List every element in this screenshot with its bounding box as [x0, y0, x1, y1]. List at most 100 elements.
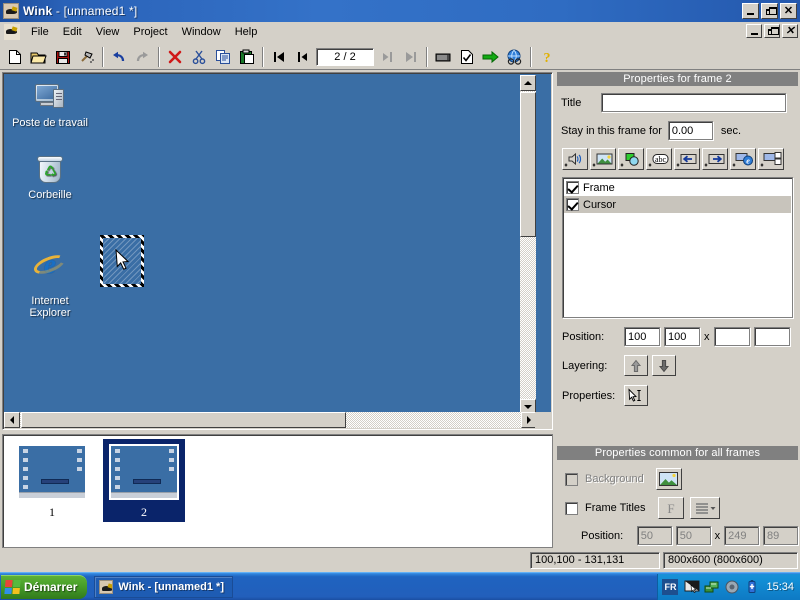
display-settings-icon[interactable]: [684, 579, 700, 595]
add-shape-icon[interactable]: [618, 148, 644, 170]
font-icon[interactable]: F: [657, 497, 684, 519]
stay-duration-input[interactable]: 0.00: [667, 121, 713, 140]
first-frame-icon[interactable]: [267, 46, 290, 68]
build-icon[interactable]: [75, 46, 98, 68]
frame-filmstrip[interactable]: 1 2: [2, 434, 553, 548]
cursor-properties-icon[interactable]: [624, 385, 648, 406]
desktop-icon-internet-explorer[interactable]: e Internet Explorer: [12, 236, 88, 331]
window-close-button[interactable]: ✕: [780, 3, 797, 19]
next-frame-icon[interactable]: [375, 46, 398, 68]
mdi-minimize-button[interactable]: [746, 24, 762, 38]
mdi-restore-button[interactable]: [764, 24, 780, 38]
cursor-object[interactable]: [100, 235, 144, 287]
stay-duration-label: Stay in this frame for: [561, 124, 662, 137]
toolbar-separator: [426, 46, 428, 67]
taskbar-item-wink[interactable]: Wink - [unnamed1 *]: [94, 575, 234, 598]
wink-application-window: Wink - [unnamed1 *] ✕ File Edit View Pro…: [0, 0, 800, 600]
frame-titles-checkbox[interactable]: [565, 501, 578, 515]
scroll-up-button[interactable]: [520, 75, 536, 91]
common-height-input[interactable]: 89: [763, 526, 798, 545]
scroll-left-button[interactable]: [4, 412, 20, 428]
volume-icon[interactable]: [724, 579, 740, 595]
object-position-y-input[interactable]: 100: [664, 327, 700, 346]
wink-icon: [99, 579, 114, 594]
canvas-horizontal-scrollbar[interactable]: [4, 412, 537, 428]
frame-title-input[interactable]: [601, 93, 786, 112]
align-icon[interactable]: [689, 497, 720, 519]
filmstrip-frame-selected[interactable]: 2: [103, 439, 185, 522]
object-properties-label: Properties:: [562, 389, 616, 402]
window-minimize-button[interactable]: [742, 3, 759, 19]
layer-up-icon[interactable]: [624, 355, 648, 376]
object-list[interactable]: Frame Cursor: [562, 177, 793, 318]
mdi-window-controls: ✕: [746, 24, 798, 38]
delete-icon[interactable]: [163, 46, 186, 68]
taskbar-clock[interactable]: 15:34: [766, 581, 794, 593]
prev-frame-icon[interactable]: [291, 46, 314, 68]
window-restore-button[interactable]: [761, 3, 778, 19]
add-custom-button-icon[interactable]: [758, 148, 784, 170]
background-checkbox[interactable]: [565, 472, 578, 486]
render-preview-icon[interactable]: [455, 46, 478, 68]
desktop-icon-my-computer[interactable]: Poste de travail: [12, 82, 88, 129]
frame-editor-pane[interactable]: Poste de travail ♺ Corbeille e Internet …: [2, 72, 553, 430]
object-list-item[interactable]: Frame: [564, 179, 791, 196]
frame-canvas[interactable]: Poste de travail ♺ Corbeille e Internet …: [4, 74, 537, 414]
cut-icon[interactable]: [187, 46, 210, 68]
menu-file[interactable]: File: [24, 24, 56, 40]
layer-down-icon[interactable]: [652, 355, 676, 376]
desktop-icon-recycle-bin[interactable]: ♺ Corbeille: [12, 154, 88, 201]
redo-icon[interactable]: [131, 46, 154, 68]
common-position-y-input[interactable]: 50: [675, 526, 711, 545]
export-icon[interactable]: [479, 46, 502, 68]
help-icon[interactable]: ?: [535, 46, 558, 68]
common-width-input[interactable]: 249: [724, 526, 760, 545]
menu-project[interactable]: Project: [126, 24, 174, 40]
start-button[interactable]: Démarrer: [1, 574, 88, 599]
add-next-button-icon[interactable]: [702, 148, 728, 170]
mdi-document-icon[interactable]: [4, 23, 20, 40]
open-icon[interactable]: [27, 46, 50, 68]
object-width-input[interactable]: [713, 327, 750, 346]
mdi-close-button[interactable]: ✕: [782, 24, 798, 38]
horizontal-scroll-thumb[interactable]: [21, 412, 346, 428]
common-position-x-input[interactable]: 50: [636, 526, 672, 545]
frame-thumbnail: [17, 444, 87, 500]
object-height-input[interactable]: [753, 327, 790, 346]
object-visibility-checkbox[interactable]: [566, 181, 579, 194]
paste-icon[interactable]: [235, 46, 258, 68]
object-visibility-checkbox[interactable]: [566, 198, 579, 211]
save-icon[interactable]: [51, 46, 74, 68]
vertical-scroll-thumb[interactable]: [520, 92, 536, 237]
object-list-item-selected[interactable]: Cursor: [564, 196, 791, 213]
layering-label: Layering:: [562, 359, 608, 372]
browser-icon[interactable]: [503, 46, 526, 68]
background-image-icon[interactable]: [655, 468, 682, 490]
frame-counter[interactable]: 2 / 2: [316, 47, 374, 66]
add-prev-button-icon[interactable]: [674, 148, 700, 170]
undo-icon[interactable]: [107, 46, 130, 68]
window-titlebar[interactable]: Wink - [unnamed1 *] ✕: [0, 0, 800, 22]
object-position-x-input[interactable]: 100: [624, 327, 660, 346]
canvas-vertical-scrollbar[interactable]: [520, 75, 536, 414]
render-icon[interactable]: [431, 46, 454, 68]
network-icon[interactable]: [704, 579, 720, 595]
menubar: File Edit View Project Window Help ✕: [0, 22, 800, 42]
copy-icon[interactable]: [211, 46, 234, 68]
mouse-pointer-icon: [115, 248, 130, 274]
add-url-button-icon[interactable]: e: [730, 148, 756, 170]
menu-window[interactable]: Window: [175, 24, 228, 40]
add-sound-icon[interactable]: [562, 148, 588, 170]
menu-edit[interactable]: Edit: [56, 24, 89, 40]
new-icon[interactable]: [3, 46, 26, 68]
battery-icon[interactable]: [744, 579, 760, 595]
filmstrip-frame[interactable]: 1: [11, 439, 93, 522]
menu-view[interactable]: View: [89, 24, 127, 40]
last-frame-icon[interactable]: [399, 46, 422, 68]
status-selection-coords: 100,100 - 131,131: [530, 551, 660, 569]
menu-help[interactable]: Help: [228, 24, 265, 40]
language-indicator[interactable]: FR: [662, 579, 679, 595]
add-text-icon[interactable]: abc: [646, 148, 672, 170]
add-image-icon[interactable]: [590, 148, 616, 170]
frame-number: 1: [49, 505, 55, 519]
